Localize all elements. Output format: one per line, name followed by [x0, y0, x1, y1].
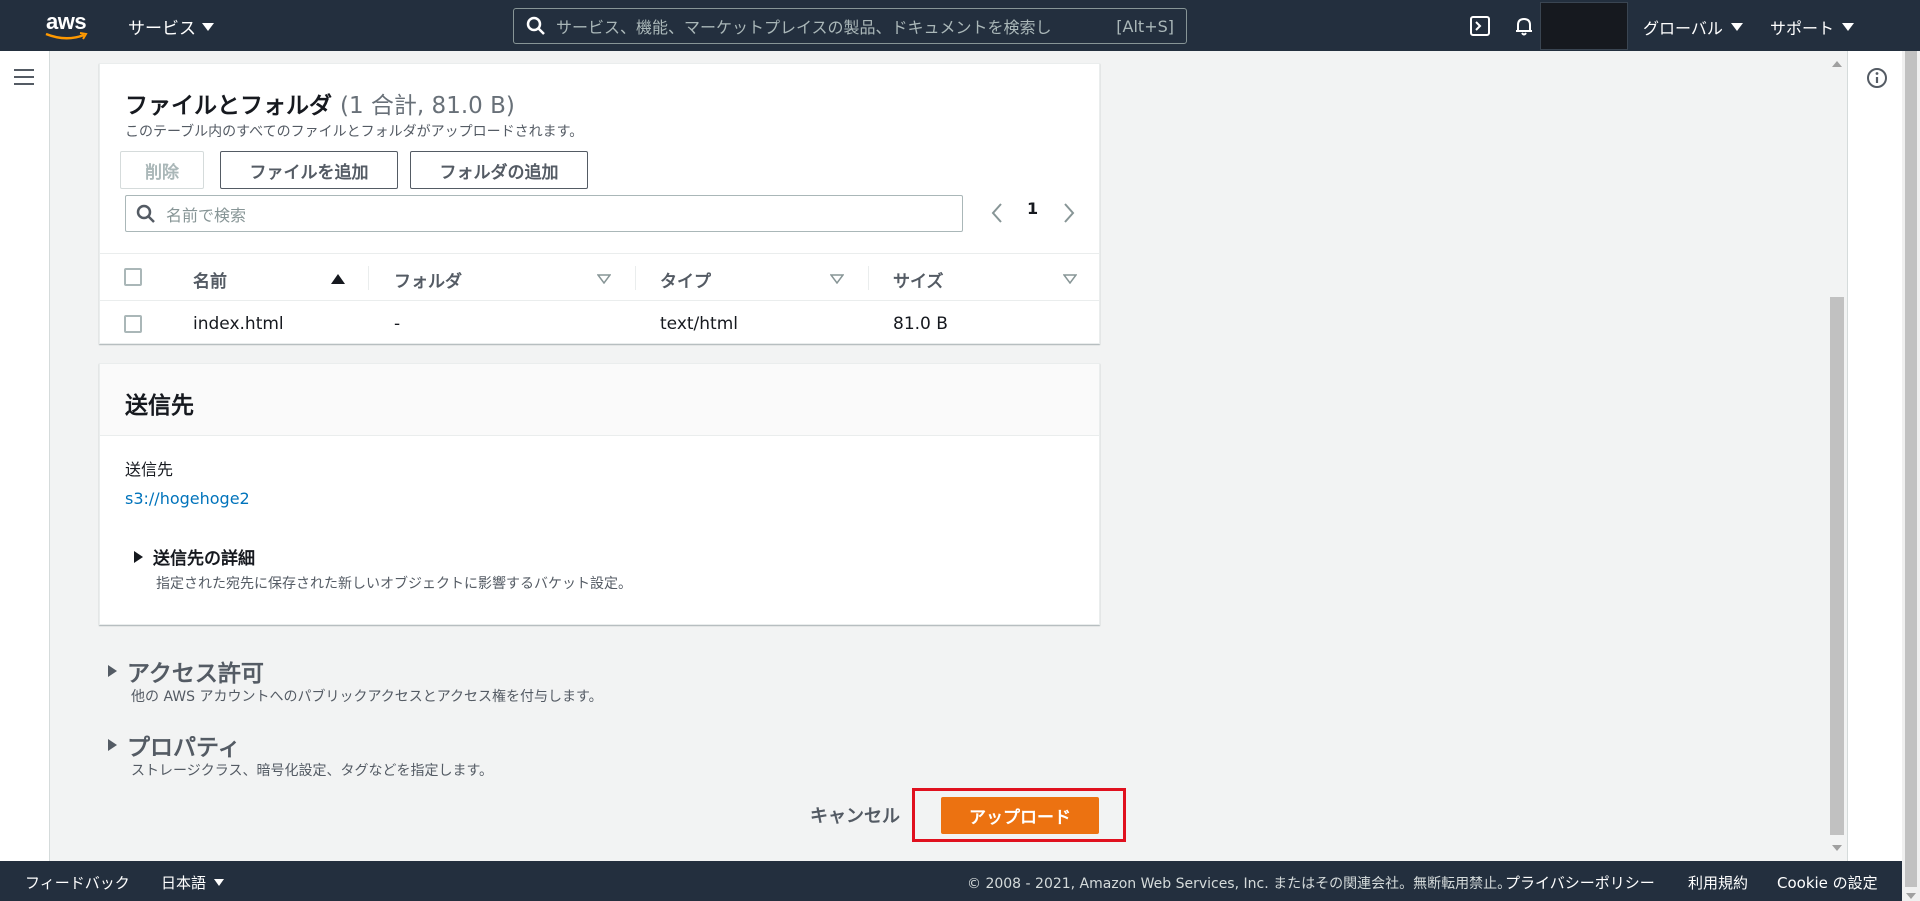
destination-title: 送信先 [125, 393, 194, 419]
properties-title: プロパティ [127, 735, 241, 761]
caret-right-icon [108, 739, 117, 751]
terms-link[interactable]: 利用規約 [1688, 872, 1748, 893]
name-filter-input[interactable]: 名前で検索 [125, 195, 963, 232]
feedback-link[interactable]: フィードバック [25, 872, 130, 893]
menu-icon[interactable] [14, 69, 34, 85]
privacy-link[interactable]: プライバシーポリシー [1505, 872, 1655, 893]
top-navigation: aws サービス サービス、機能、マーケットプレイスの製品、ドキュメントを検索し… [0, 0, 1920, 51]
support-menu[interactable]: サポート [1770, 15, 1855, 39]
current-page[interactable]: 1 [1027, 199, 1038, 218]
destination-label: 送信先 [125, 460, 174, 479]
row-checkbox[interactable] [124, 315, 142, 333]
page-scrollbar[interactable] [1902, 51, 1920, 901]
destination-details-expander[interactable]: 送信先の詳細 [134, 544, 255, 569]
files-and-folders-panel: ファイルとフォルダ (1 合計, 81.0 B) このテーブル内のすべてのファイ… [99, 63, 1100, 344]
scroll-up-icon[interactable] [1832, 61, 1842, 67]
bell-icon[interactable] [1513, 15, 1535, 37]
column-folder[interactable]: フォルダ [394, 267, 462, 292]
destination-link[interactable]: s3://hogehoge2 [125, 489, 250, 508]
caret-down-icon [202, 22, 214, 31]
caret-right-icon [108, 665, 117, 677]
info-icon[interactable] [1866, 67, 1888, 89]
cell-name: index.html [193, 314, 284, 334]
cell-type: text/html [660, 314, 739, 334]
caret-right-icon [134, 550, 143, 563]
cell-size: 81.0 B [893, 314, 948, 334]
column-name[interactable]: 名前 [193, 267, 227, 292]
region-label: グローバル [1643, 19, 1723, 38]
destination-details-desc: 指定された宛先に保存された新しいオブジェクトに影響するバケット設定。 [156, 576, 632, 592]
search-shortcut: [Alt+S] [1116, 16, 1174, 36]
region-menu[interactable]: グローバル [1643, 15, 1743, 39]
global-search-input[interactable]: サービス、機能、マーケットプレイスの製品、ドキュメントを検索し [Alt+S] [513, 8, 1187, 44]
permissions-description: 他の AWS アカウントへのパブリックアクセスとアクセス権を付与します。 [131, 689, 603, 705]
account-menu[interactable] [1540, 2, 1628, 50]
properties-description: ストレージクラス、暗号化設定、タグなどを指定します。 [131, 763, 494, 779]
caret-down-icon [214, 879, 225, 886]
sort-icon[interactable] [597, 274, 611, 284]
language-selector[interactable]: 日本語 [161, 872, 225, 893]
footer: フィードバック 日本語 © 2008 - 2021, Amazon Web Se… [0, 861, 1902, 901]
support-label: サポート [1770, 19, 1835, 38]
cell-folder: - [394, 314, 401, 334]
column-divider [635, 266, 636, 290]
cloudshell-icon[interactable] [1469, 15, 1491, 37]
scroll-down-icon[interactable] [1832, 845, 1842, 851]
left-side-rail [0, 51, 50, 861]
delete-button[interactable]: 削除 [120, 151, 204, 189]
properties-expander[interactable]: プロパティ [108, 728, 241, 762]
column-divider [868, 266, 869, 290]
content-scrollbar[interactable] [1828, 51, 1846, 861]
next-page-icon[interactable] [1062, 202, 1076, 224]
previous-page-icon[interactable] [990, 202, 1004, 224]
services-label: サービス [128, 19, 196, 39]
cancel-button[interactable]: キャンセル [810, 802, 900, 828]
services-menu[interactable]: サービス [128, 14, 214, 39]
destination-details-title: 送信先の詳細 [153, 549, 255, 569]
caret-down-icon [1730, 23, 1743, 31]
panel-title: ファイルとフォルダ (1 合計, 81.0 B) [125, 86, 515, 120]
files-description: このテーブル内のすべてのファイルとフォルダがアップロードされます。 [125, 124, 584, 140]
filter-placeholder: 名前で検索 [166, 205, 247, 225]
page-scrollbar-thumb[interactable] [1905, 51, 1917, 887]
files-title: ファイルとフォルダ [125, 93, 332, 119]
scrollbar-thumb[interactable] [1830, 297, 1844, 835]
search-icon [136, 204, 155, 223]
sort-icon[interactable] [1063, 274, 1077, 284]
language-label: 日本語 [161, 874, 207, 892]
destination-panel: 送信先 送信先 s3://hogehoge2 送信先の詳細 指定された宛先に保存… [99, 363, 1100, 625]
copyright-text: © 2008 - 2021, Amazon Web Services, Inc.… [967, 876, 1512, 892]
aws-smile-icon [45, 32, 88, 40]
add-folder-button[interactable]: フォルダの追加 [410, 151, 588, 189]
add-files-button[interactable]: ファイルを追加 [220, 151, 398, 189]
files-counter: (1 合計, 81.0 B) [340, 93, 515, 119]
destination-header: 送信先 [100, 364, 1099, 436]
cookie-settings-link[interactable]: Cookie の設定 [1777, 872, 1878, 893]
permissions-expander[interactable]: アクセス許可 [108, 654, 264, 688]
sort-ascending-icon[interactable] [331, 274, 345, 284]
table-header: 名前 フォルダ タイプ サイズ [100, 253, 1099, 301]
aws-logo[interactable]: aws [44, 8, 94, 44]
upload-button[interactable]: アップロード [941, 797, 1099, 834]
permissions-title: アクセス許可 [127, 661, 264, 687]
column-size[interactable]: サイズ [893, 267, 944, 292]
search-placeholder: サービス、機能、マーケットプレイスの製品、ドキュメントを検索し [556, 18, 1052, 37]
select-all-checkbox[interactable] [124, 268, 142, 286]
column-type[interactable]: タイプ [660, 267, 711, 292]
scroll-down-icon[interactable] [1906, 893, 1916, 899]
caret-down-icon [1842, 23, 1855, 31]
search-icon [526, 16, 545, 35]
right-side-rail [1847, 51, 1902, 861]
column-divider [368, 266, 369, 290]
sort-icon[interactable] [830, 274, 844, 284]
